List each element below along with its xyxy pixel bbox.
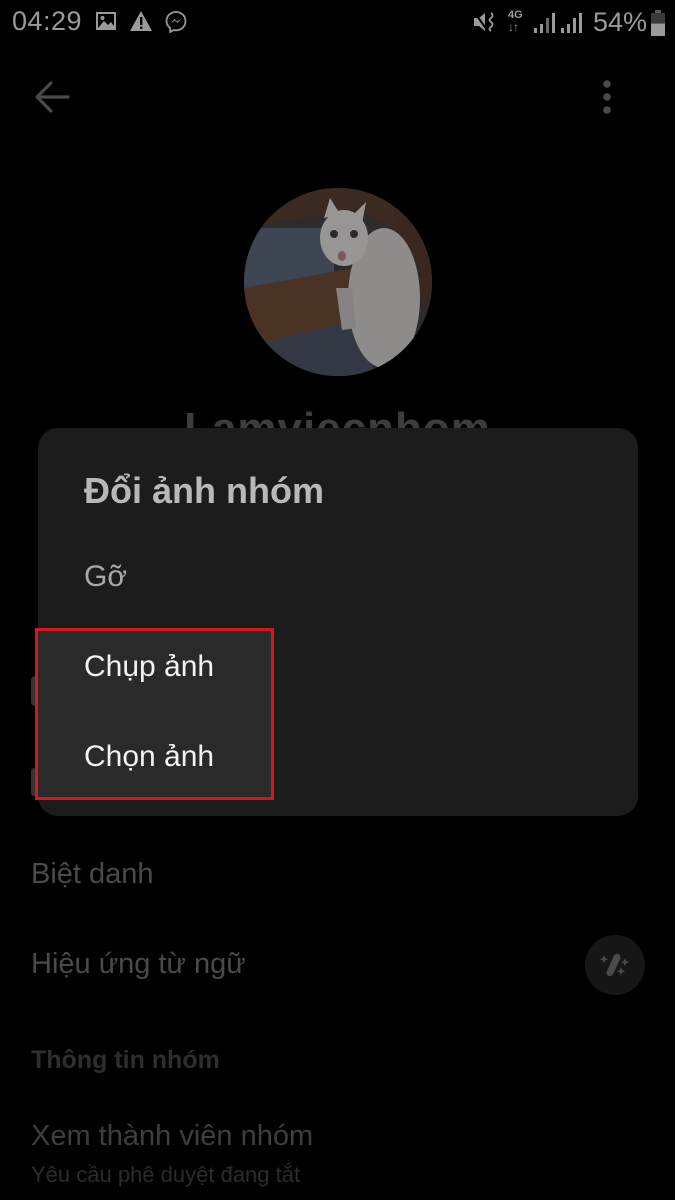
list-item-nickname[interactable]: Biệt danh — [31, 858, 154, 891]
option-remove-photo[interactable]: Gỡ — [84, 560, 127, 594]
back-button[interactable] — [34, 80, 70, 119]
list-item-view-members[interactable]: Xem thành viên nhóm — [31, 1120, 313, 1153]
section-header-group-info: Thông tin nhóm — [31, 1046, 220, 1074]
more-vertical-icon — [603, 80, 611, 114]
magic-wand-icon — [599, 953, 630, 977]
list-item-view-members-sublabel: Yêu cầu phê duyệt đang tắt — [31, 1162, 301, 1187]
signal-sim2-icon — [559, 12, 583, 39]
more-options-button[interactable] — [596, 78, 618, 123]
image-icon — [95, 10, 117, 37]
option-choose-photo[interactable]: Chọn ảnh — [84, 740, 214, 774]
signal-sim1-icon — [532, 12, 556, 39]
list-item-word-effects[interactable]: Hiệu ứng từ ngữ — [31, 948, 246, 981]
4g-data-icon: 4G ↓↑ — [508, 9, 523, 34]
option-take-photo[interactable]: Chụp ảnh — [84, 650, 214, 684]
messenger-icon — [164, 10, 188, 39]
arrow-left-icon — [35, 81, 70, 113]
warning-icon — [129, 10, 153, 37]
battery-icon — [651, 10, 665, 41]
battery-percent: 54% — [593, 7, 648, 37]
dialog-title: Đổi ảnh nhóm — [84, 470, 324, 511]
word-effects-button[interactable] — [585, 935, 645, 995]
cat-photo-image — [244, 188, 432, 376]
status-bar: 04:29 4G ↓↑ 54% — [0, 0, 675, 48]
status-time: 04:29 — [12, 6, 83, 36]
group-avatar[interactable] — [244, 188, 432, 376]
vibrate-icon — [472, 10, 498, 39]
